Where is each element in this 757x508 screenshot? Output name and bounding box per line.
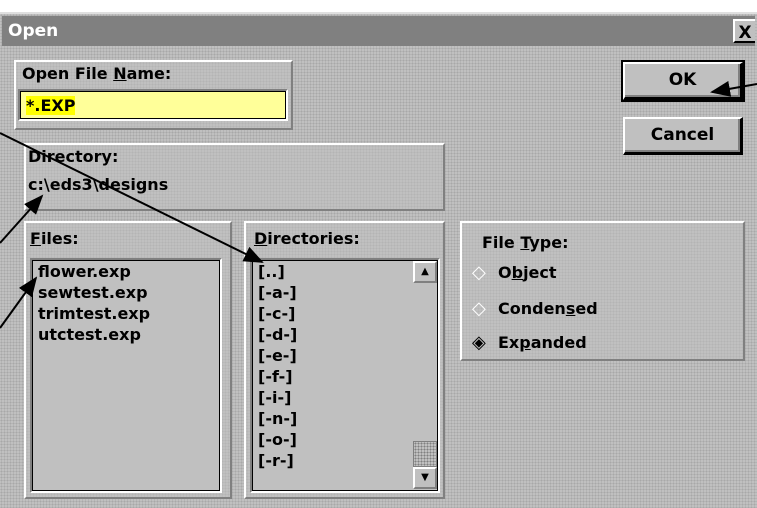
filename-input-value: *.EXP	[26, 96, 76, 115]
directories-list-item[interactable]: [-f-]	[258, 366, 293, 387]
directories-list-item[interactable]: [-i-]	[258, 387, 291, 408]
radio-object[interactable]: ◇ Object	[472, 262, 557, 283]
scroll-down-button[interactable]: ▼	[413, 467, 437, 489]
directories-list[interactable]: [..] [-a-] [-c-] [-d-] [-e-] [-f-] [-i-]…	[250, 258, 440, 493]
directories-scrollbar[interactable]: ▲ ▼	[413, 261, 437, 489]
dialog-title: Open	[8, 21, 59, 41]
directory-label: Directory:	[28, 147, 119, 166]
directories-list-item[interactable]: [..]	[258, 261, 285, 282]
files-list-item[interactable]: sewtest.exp	[38, 282, 148, 303]
arrow-down-icon: ▼	[421, 472, 429, 483]
files-list-item[interactable]: flower.exp	[38, 261, 131, 282]
filename-label: Open File Name:	[22, 64, 172, 83]
files-label: Files:	[30, 229, 79, 248]
directories-list-item[interactable]: [-e-]	[258, 345, 297, 366]
directories-list-item[interactable]: [-d-]	[258, 324, 297, 345]
directories-list-item[interactable]: [-o-]	[258, 429, 297, 450]
directory-panel: Directory: c:\eds3\designs	[24, 143, 445, 211]
radio-expanded[interactable]: ◈ Expanded	[472, 332, 587, 353]
directories-list-item[interactable]: [-c-]	[258, 303, 295, 324]
filename-input[interactable]: *.EXP	[18, 89, 288, 121]
ok-button[interactable]: OK	[621, 60, 745, 102]
title-bar[interactable]: Open X	[2, 16, 755, 46]
diamond-radio-icon: ◇	[472, 298, 486, 319]
cancel-button[interactable]: Cancel	[623, 117, 743, 155]
directories-list-item[interactable]: [-r-]	[258, 450, 294, 471]
files-list[interactable]: flower.exp sewtest.exp trimtest.exp utct…	[30, 258, 222, 493]
scroll-thumb[interactable]	[413, 441, 437, 467]
directories-list-item[interactable]: [-a-]	[258, 282, 297, 303]
scroll-up-button[interactable]: ▲	[413, 261, 437, 283]
radio-condensed[interactable]: ◇ Condensed	[472, 298, 598, 319]
files-list-item[interactable]: utctest.exp	[38, 324, 141, 345]
diamond-radio-selected-icon: ◈	[472, 332, 486, 353]
diamond-radio-icon: ◇	[472, 262, 486, 283]
directories-list-item[interactable]: [-n-]	[258, 408, 297, 429]
arrow-up-icon: ▲	[421, 266, 429, 277]
directories-label: Directories:	[254, 229, 360, 248]
file-type-label: File Type:	[482, 233, 569, 252]
close-button[interactable]: X	[733, 19, 755, 43]
files-list-item[interactable]: trimtest.exp	[38, 303, 150, 324]
directory-path: c:\eds3\designs	[28, 175, 169, 194]
close-icon: X	[738, 23, 752, 43]
